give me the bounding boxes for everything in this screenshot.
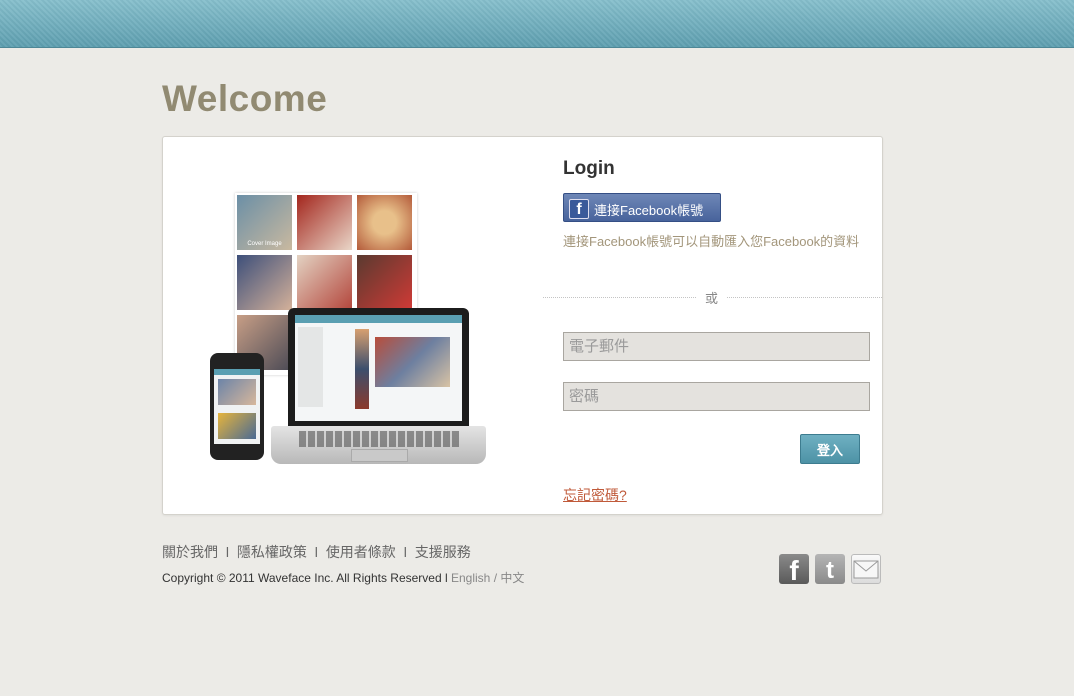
twitter-icon[interactable]: t — [815, 554, 845, 584]
top-banner — [0, 0, 1074, 48]
footer-link-support[interactable]: 支援服務 — [415, 544, 471, 560]
copyright-text: Copyright © 2011 Waveface Inc. All Right… — [162, 571, 442, 585]
facebook-connect-label: 連接Facebook帳號 — [594, 203, 704, 218]
copyright-line: Copyright © 2011 Waveface Inc. All Right… — [162, 569, 524, 586]
page-title: Welcome — [162, 78, 328, 119]
photo-tile — [357, 195, 412, 250]
footer-link-about[interactable]: 關於我們 — [162, 544, 218, 560]
password-field[interactable] — [563, 382, 870, 411]
login-card: Cover Image Login f 連接Facebook帳號 連接Faceb… — [162, 136, 883, 515]
facebook-icon[interactable]: f — [779, 554, 809, 586]
separator: l — [403, 544, 407, 560]
laptop-image — [288, 308, 469, 426]
language-separator: / — [493, 571, 498, 585]
language-english-link[interactable]: English — [451, 571, 490, 585]
photo-tile — [357, 255, 412, 310]
phone-image — [210, 353, 264, 460]
photo-tile: Cover Image — [237, 195, 292, 250]
footer-links: 關於我們 l 隱私權政策 l 使用者條款 l 支援服務 — [162, 542, 471, 562]
laptop-screen — [295, 315, 462, 421]
laptop-keyboard — [271, 426, 486, 464]
cover-image-caption: Cover Image — [247, 241, 282, 247]
facebook-description: 連接Facebook帳號可以自動匯入您Facebook的資料 — [563, 234, 860, 249]
phone-screen — [214, 369, 260, 444]
footer-link-privacy[interactable]: 隱私權政策 — [237, 544, 307, 560]
mail-icon[interactable] — [851, 554, 881, 584]
language-chinese-link[interactable]: 中文 — [500, 571, 524, 585]
footer-link-terms[interactable]: 使用者條款 — [326, 544, 396, 560]
facebook-connect-button[interactable]: f 連接Facebook帳號 — [563, 193, 721, 222]
or-label: 或 — [697, 288, 727, 307]
login-button[interactable]: 登入 — [800, 434, 860, 464]
photo-tile — [237, 255, 292, 310]
separator: l — [444, 571, 448, 585]
email-field[interactable] — [563, 332, 870, 361]
forgot-password-link[interactable]: 忘記密碼? — [563, 485, 627, 505]
separator: l — [225, 544, 230, 560]
photo-tile — [297, 255, 352, 310]
devices-illustration: Cover Image — [207, 193, 497, 473]
photo-tile — [297, 195, 352, 250]
facebook-icon: f — [569, 199, 589, 219]
login-title: Login — [563, 158, 615, 179]
separator: l — [314, 544, 318, 560]
